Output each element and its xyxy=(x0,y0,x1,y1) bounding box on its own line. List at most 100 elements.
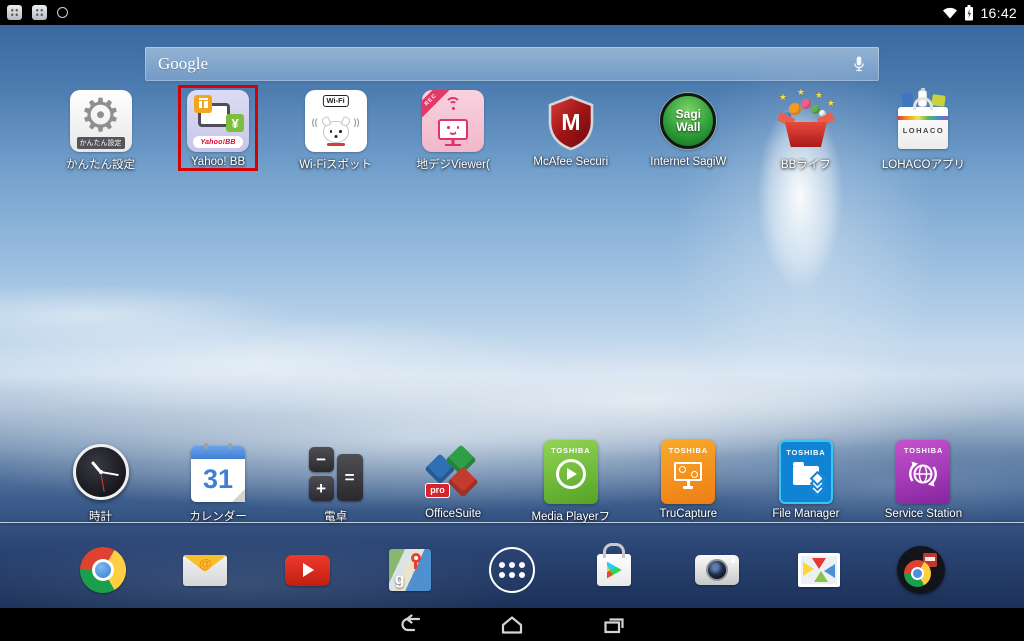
clock-time: 16:42 xyxy=(980,5,1017,21)
globe-sync-icon xyxy=(905,457,941,491)
gift-badge xyxy=(194,95,212,113)
calendar-icon: 31 xyxy=(191,446,245,502)
svg-text:M: M xyxy=(561,109,580,135)
service-station-icon: TOSHIBA xyxy=(896,440,950,504)
chrome-icon xyxy=(80,547,126,593)
app-label: Service Station xyxy=(885,508,962,520)
dock-camera[interactable] xyxy=(693,546,741,594)
mic-icon[interactable] xyxy=(852,55,866,73)
back-icon xyxy=(397,614,423,636)
app-notification-icon xyxy=(7,5,22,20)
app-lohaco[interactable]: LOHACO LOHACOアプリ xyxy=(867,90,980,172)
app-calendar[interactable]: 31 カレンダー xyxy=(162,438,275,524)
status-bar: 16:42 xyxy=(0,0,1024,25)
wifi-dog-icon: Wi-Fi (( )) xyxy=(305,90,367,152)
dock-email[interactable]: @ xyxy=(181,546,229,594)
dock-play-store[interactable] xyxy=(590,546,638,594)
yahoo-bb-icon: ¥ Yahoo!BB xyxy=(187,90,249,152)
status-bar-right: 16:42 xyxy=(942,5,1017,21)
app-label: LOHACOアプリ xyxy=(882,156,965,172)
google-search-bar[interactable]: Google xyxy=(145,47,879,81)
lohaco-wordmark: LOHACO xyxy=(898,126,948,135)
toshiba-wordmark: TOSHIBA xyxy=(786,448,825,457)
at-glyph: @ xyxy=(183,556,227,571)
recents-icon xyxy=(601,614,627,636)
trucapture-icon: TOSHIBA xyxy=(661,440,715,504)
dock: @ g xyxy=(79,546,945,594)
file-manager-icon: TOSHIBA xyxy=(779,440,833,504)
toshiba-wordmark: TOSHIBA xyxy=(669,446,708,455)
play-store-icon xyxy=(597,554,631,586)
dock-maps[interactable]: g xyxy=(386,546,434,594)
maps-g-glyph: g xyxy=(395,571,405,589)
app-label: Yahoo! BB xyxy=(191,156,245,168)
toshiba-wordmark: TOSHIBA xyxy=(904,446,943,455)
yahoo-bb-wordmark: Yahoo!BB xyxy=(193,136,243,148)
tv-shape xyxy=(438,119,468,140)
gear-icon: ⚙ かんたん設定 xyxy=(70,90,132,152)
app-officesuite[interactable]: pro OfficeSuite xyxy=(397,438,510,524)
app-label: 地デジViewer( xyxy=(417,156,490,172)
app-file-manager[interactable]: TOSHIBA File Manager xyxy=(749,438,862,524)
maps-icon: g xyxy=(389,549,431,591)
toshiba-wordmark: TOSHIBA xyxy=(551,446,590,455)
media-player-icon: TOSHIBA xyxy=(544,440,598,504)
app-label: Internet SagiW xyxy=(650,156,726,168)
gift-box-icon: ★ ★ ★ ★ xyxy=(775,90,837,152)
status-bar-left xyxy=(7,5,68,20)
sync-circle-icon xyxy=(57,7,68,18)
app-wifi-spot[interactable]: Wi-Fi (( )) Wi-Fiスポット xyxy=(279,90,392,172)
recents-button[interactable] xyxy=(600,614,628,636)
battery-charging-icon xyxy=(964,5,974,21)
mcafee-shield-icon: M xyxy=(547,94,595,152)
navigation-bar xyxy=(0,608,1024,641)
pro-badge: pro xyxy=(425,483,450,498)
app-internet-sagiwall[interactable]: Sagi Wall Internet SagiW xyxy=(632,90,745,172)
chrome-folder-icon xyxy=(897,546,945,594)
dog-collar xyxy=(327,143,345,146)
whiteboard-icon xyxy=(674,462,702,481)
google-logo: Google xyxy=(158,54,208,74)
app-label: TruCapture xyxy=(659,508,717,520)
gallery-icon xyxy=(798,553,840,587)
app-label: BBライフ xyxy=(781,156,831,172)
chrome-mini-icon xyxy=(904,560,931,587)
dock-chrome-folder[interactable] xyxy=(897,546,945,594)
app-label: File Manager xyxy=(772,508,839,520)
dock-chrome[interactable] xyxy=(79,546,127,594)
camera-icon xyxy=(695,555,739,585)
app-media-player[interactable]: TOSHIBA Media Playerフ xyxy=(514,438,627,524)
email-icon: @ xyxy=(183,555,227,586)
app-clock[interactable]: 時計 xyxy=(44,438,157,524)
app-label: McAfee Securi xyxy=(533,156,608,168)
app-label: OfficeSuite xyxy=(425,508,481,520)
map-pin-icon xyxy=(411,553,421,563)
signal-left: (( xyxy=(312,117,318,127)
dock-app-drawer[interactable] xyxy=(488,546,536,594)
app-yahoo-bb[interactable]: ¥ Yahoo!BB Yahoo! BB xyxy=(162,90,275,172)
app-calculator[interactable]: − + = 電卓 xyxy=(279,438,392,524)
folder-icon xyxy=(793,466,819,485)
home-button[interactable] xyxy=(498,614,526,636)
clock-icon xyxy=(73,444,129,500)
dock-gallery[interactable] xyxy=(795,546,843,594)
play-circle-icon xyxy=(556,459,586,489)
wifi-icon xyxy=(942,6,958,19)
app-service-station[interactable]: TOSHIBA Service Station xyxy=(867,438,980,524)
dock-youtube[interactable] xyxy=(284,546,332,594)
lohaco-bag-icon: LOHACO xyxy=(892,90,954,152)
back-button[interactable] xyxy=(396,614,424,636)
app-chideji-viewer[interactable]: REC 地デジViewer( xyxy=(397,90,510,172)
app-drawer-icon xyxy=(489,547,535,593)
home-icon xyxy=(499,614,525,636)
officesuite-cubes-icon: pro xyxy=(423,444,483,502)
app-bb-life[interactable]: ★ ★ ★ ★ BBライフ xyxy=(749,90,862,172)
sagi-wall-icon: Sagi Wall xyxy=(660,93,716,149)
app-notification-icon xyxy=(32,5,47,20)
home-app-row-2: 時計 31 カレンダー − + = 電卓 pro Office xyxy=(44,438,980,524)
app-mcafee[interactable]: M McAfee Securi xyxy=(514,90,627,172)
wifi-bubble-text: Wi-Fi xyxy=(322,95,348,107)
app-kantan-settei[interactable]: ⚙ かんたん設定 かんたん設定 xyxy=(44,90,157,172)
app-trucapture[interactable]: TOSHIBA TruCapture xyxy=(632,438,745,524)
app-label: Wi-Fiスポット xyxy=(299,156,372,172)
